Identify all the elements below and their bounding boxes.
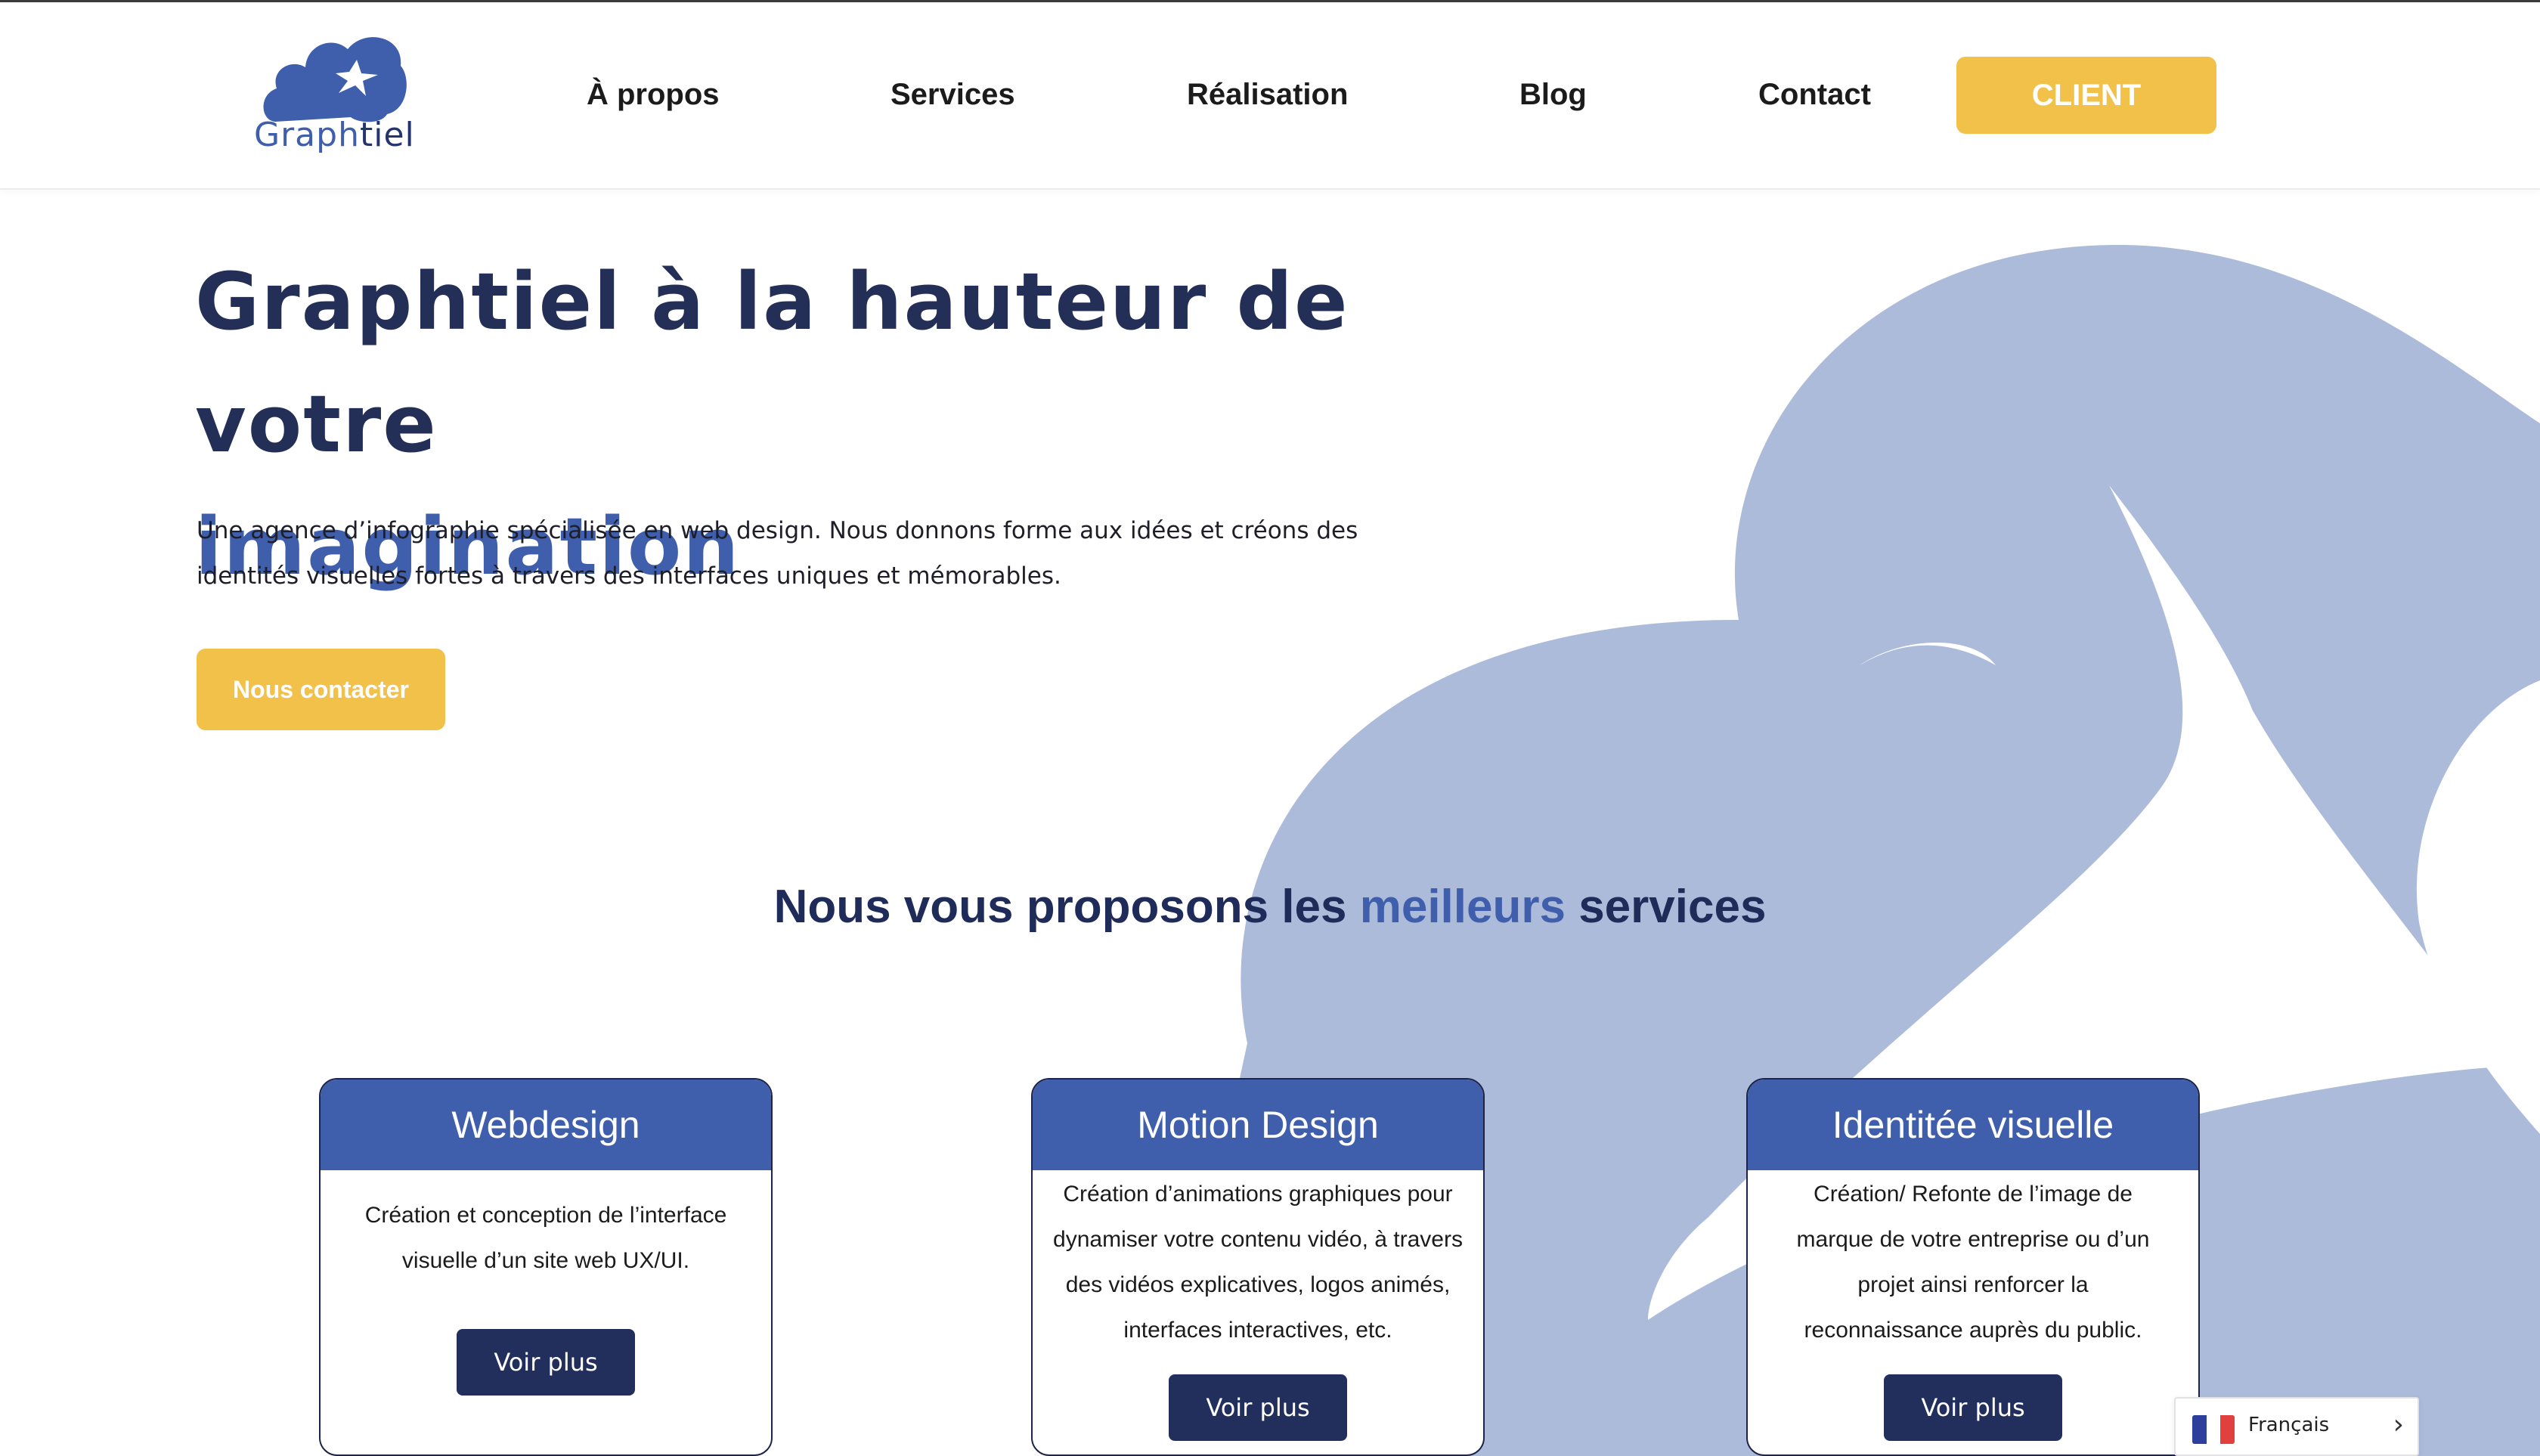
service-card-identite-visuelle: Identitée visuelle Création/ Refonte de … <box>1746 1078 2200 1456</box>
france-flag-icon <box>2192 1415 2235 1444</box>
cloud-star-logo-icon <box>263 37 407 122</box>
card-text: Création/ Refonte de l’image de marque d… <box>1796 1182 2150 1343</box>
nav-link-a-propos[interactable]: À propos <box>587 78 720 112</box>
logo[interactable]: Graphtiel <box>254 25 415 158</box>
language-label: Français <box>2248 1414 2330 1436</box>
nav-link-services[interactable]: Services <box>891 78 1015 112</box>
service-card-webdesign: Webdesign Création et conception de l’in… <box>319 1078 773 1456</box>
hero-description: Une agence d’infographie spécialisée en … <box>197 517 1358 590</box>
language-switcher[interactable]: Français › <box>2174 1397 2419 1456</box>
services-heading: Nous vous proposons les meilleurs servic… <box>773 881 1767 933</box>
nav-link-contact[interactable]: Contact <box>1758 78 1871 112</box>
client-button[interactable]: CLIENT <box>1956 57 2216 134</box>
card-title: Identitée visuelle <box>1748 1080 2198 1170</box>
logo-text: Graphtiel <box>254 116 415 154</box>
voir-plus-button[interactable]: Voir plus <box>1169 1374 1347 1441</box>
chevron-right-icon: › <box>2393 1409 2404 1440</box>
contact-button[interactable]: Nous contacter <box>197 649 445 730</box>
card-text: Création d’animations graphiques pour dy… <box>1053 1182 1463 1343</box>
hero-title-line1: Graphtiel à la hauteur de votre <box>195 256 1349 470</box>
card-title: Motion Design <box>1033 1080 1483 1170</box>
card-text: Création et conception de l’interface vi… <box>364 1203 727 1273</box>
service-card-motion-design: Motion Design Création d’animations grap… <box>1031 1078 1485 1456</box>
voir-plus-button[interactable]: Voir plus <box>457 1329 635 1396</box>
card-title: Webdesign <box>321 1080 771 1170</box>
site-header: Graphtiel À propos Services Réalisation … <box>0 2 2540 190</box>
nav-link-blog[interactable]: Blog <box>1519 78 1587 112</box>
nav-link-realisation[interactable]: Réalisation <box>1187 78 1348 112</box>
voir-plus-button[interactable]: Voir plus <box>1884 1374 2062 1441</box>
